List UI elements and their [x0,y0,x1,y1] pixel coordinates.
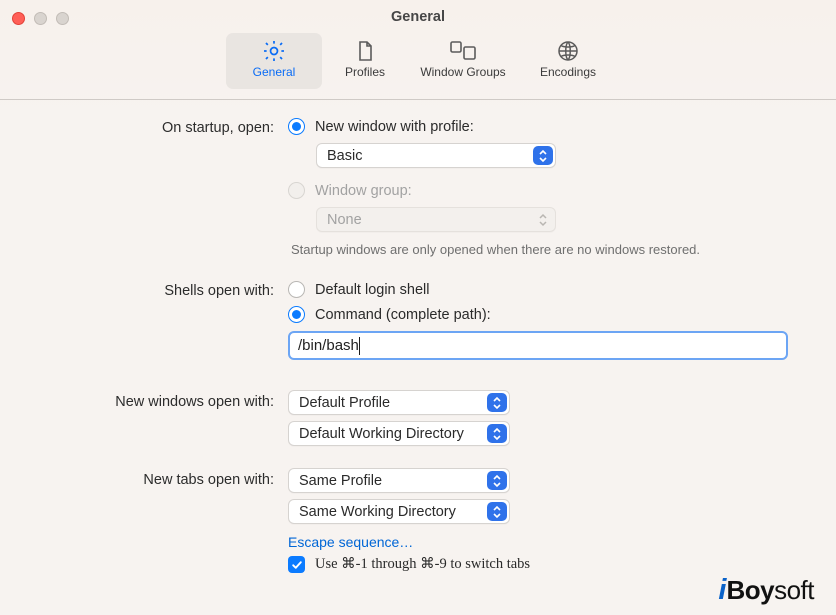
select-value: Same Profile [299,473,382,489]
window-traffic-lights [12,12,69,25]
chevron-up-down-icon [487,471,507,490]
label-shells-open-with: Shells open with: [28,281,288,299]
radio-label: Default login shell [315,282,429,298]
toolbar-tab-label: General [253,65,296,79]
select-value: None [327,212,362,228]
select-value: Default Working Directory [299,426,464,442]
prefs-content: On startup, open: New window with profil… [0,100,836,591]
select-startup-profile[interactable]: Basic [316,143,556,168]
radio-label: Window group: [315,183,412,199]
gear-icon [261,38,287,64]
checkbox-label: Use ⌘-1 through ⌘-9 to switch tabs [315,556,530,573]
toolbar-tab-encodings[interactable]: Encodings [526,33,610,89]
escape-sequence-link[interactable]: Escape sequence… [288,534,808,550]
toolbar-tab-label: Window Groups [420,65,505,79]
zoom-window-button[interactable] [56,12,69,25]
radio-icon [288,281,305,298]
select-value: Same Working Directory [299,504,456,520]
select-new-windows-directory[interactable]: Default Working Directory [288,421,510,446]
select-new-tabs-profile[interactable]: Same Profile [288,468,510,493]
startup-note: Startup windows are only opened when the… [291,242,808,257]
chevron-up-down-icon [487,424,507,443]
toolbar-tab-window-groups[interactable]: Window Groups [408,33,518,89]
toolbar-tab-label: Encodings [540,65,596,79]
input-value: /bin/bash [298,337,359,354]
chevron-up-down-icon [487,502,507,521]
radio-new-window-with-profile[interactable]: New window with profile: [288,118,808,135]
command-path-input[interactable]: /bin/bash [288,331,788,360]
chevron-up-down-icon [533,146,553,165]
radio-icon [288,182,305,199]
select-value: Default Profile [299,395,390,411]
radio-icon [288,118,305,135]
toolbar-tab-label: Profiles [345,65,385,79]
label-on-startup-open: On startup, open: [28,118,288,136]
checkbox-use-cmd-1-9[interactable]: Use ⌘-1 through ⌘-9 to switch tabs [288,556,808,573]
document-icon [353,38,377,64]
radio-icon [288,306,305,323]
radio-default-login-shell[interactable]: Default login shell [288,281,808,298]
chevron-up-down-icon [533,210,553,229]
radio-window-group: Window group: [288,182,808,199]
select-window-group: None [316,207,556,232]
radio-label: New window with profile: [315,119,474,135]
toolbar-tab-general[interactable]: General [226,33,322,89]
toolbar-tab-profiles[interactable]: Profiles [330,33,400,89]
radio-command-complete-path[interactable]: Command (complete path): [288,306,808,323]
select-value: Basic [327,148,362,164]
watermark-iboysoft: iBoysoft [718,574,814,607]
minimize-window-button[interactable] [34,12,47,25]
close-window-button[interactable] [12,12,25,25]
window-groups-icon [449,38,477,64]
select-new-windows-profile[interactable]: Default Profile [288,390,510,415]
label-new-tabs-open-with: New tabs open with: [28,468,288,488]
label-new-windows-open-with: New windows open with: [28,390,288,410]
checkmark-icon [288,556,305,573]
chevron-up-down-icon [487,393,507,412]
radio-label: Command (complete path): [315,307,491,323]
globe-icon [556,38,580,64]
window-title: General [0,0,836,25]
prefs-toolbar: General Profiles Window Groups Encodings [0,33,836,99]
text-caret [359,337,361,355]
select-new-tabs-directory[interactable]: Same Working Directory [288,499,510,524]
